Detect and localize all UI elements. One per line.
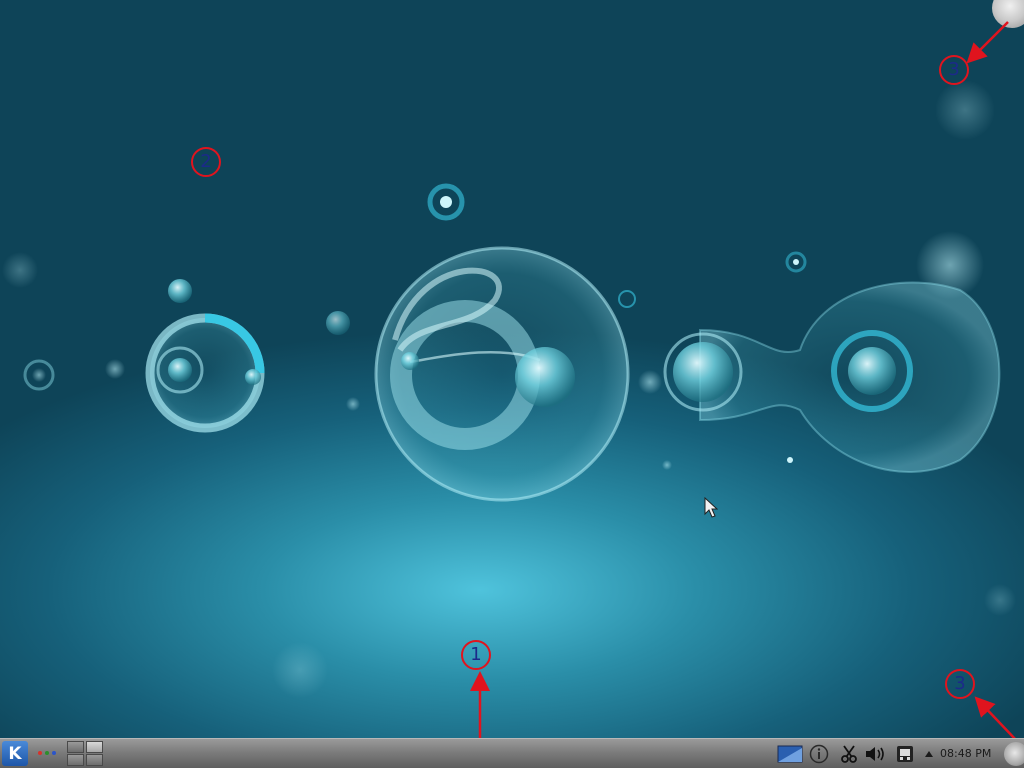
network-icon[interactable]	[893, 743, 917, 765]
activity-dot-blue	[52, 751, 56, 755]
desktop[interactable]: 2 1 3 3	[0, 0, 1024, 768]
info-icon[interactable]	[808, 743, 830, 765]
annotation-marker-panel: 1	[461, 640, 491, 670]
pager-desktop-3[interactable]	[67, 754, 84, 766]
annotation-marker-cashew-bottom: 3	[945, 669, 975, 699]
desktop-pager[interactable]	[67, 739, 105, 768]
taskbar-panel[interactable]: K 08:48 PM	[0, 738, 1024, 768]
panel-toolbox-cashew[interactable]	[1004, 742, 1024, 766]
screen-icon[interactable]	[777, 743, 803, 765]
annotation-marker-cashew-top: 3	[939, 55, 969, 85]
scissors-icon[interactable]	[838, 743, 860, 765]
digital-clock[interactable]: 08:48 PM	[940, 747, 991, 760]
volume-icon[interactable]	[863, 743, 887, 765]
activity-dot-green	[45, 751, 49, 755]
annotation-marker-desktop: 2	[191, 147, 221, 177]
activity-manager-icon[interactable]	[38, 751, 56, 755]
kickoff-menu-button[interactable]: K	[2, 741, 28, 766]
pager-desktop-1[interactable]	[67, 741, 84, 753]
expand-arrow-icon[interactable]	[922, 743, 936, 765]
pager-desktop-4[interactable]	[86, 754, 103, 766]
annotation-arrows	[470, 21, 1017, 741]
pager-desktop-2[interactable]	[86, 741, 103, 753]
activity-dot-red	[38, 751, 42, 755]
